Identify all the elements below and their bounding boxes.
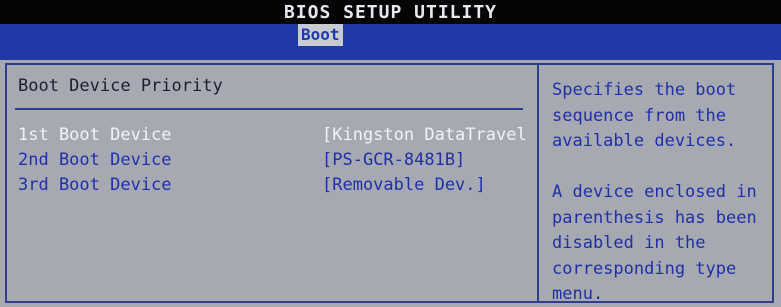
help-text-2: A device enclosed in parenthesis has bee…	[552, 182, 757, 304]
boot-device-3-label[interactable]: 3rd Boot Device	[18, 175, 172, 195]
app-title: BIOS SETUP UTILITY	[283, 2, 498, 23]
section-rule	[15, 108, 523, 110]
tab-boot[interactable]: Boot	[298, 24, 343, 46]
boot-device-1-value[interactable]: [Kingston DataTravel	[322, 125, 527, 145]
boot-device-1-label[interactable]: 1st Boot Device	[18, 125, 172, 145]
boot-device-2-value[interactable]: [PS-GCR-8481B]	[322, 150, 465, 170]
boot-device-2-label[interactable]: 2nd Boot Device	[18, 150, 172, 170]
menu-bar: Boot	[0, 24, 781, 46]
header-strip	[0, 46, 781, 60]
help-text-1: Specifies the boot sequence from the ava…	[552, 80, 737, 151]
boot-device-3-value[interactable]: [Removable Dev.]	[322, 175, 486, 195]
panel-divider	[537, 63, 539, 303]
title-bar: BIOS SETUP UTILITY	[0, 0, 781, 24]
section-title: Boot Device Priority	[18, 76, 223, 96]
bios-screen: BIOS SETUP UTILITY Boot Boot Device Prio…	[0, 0, 781, 307]
